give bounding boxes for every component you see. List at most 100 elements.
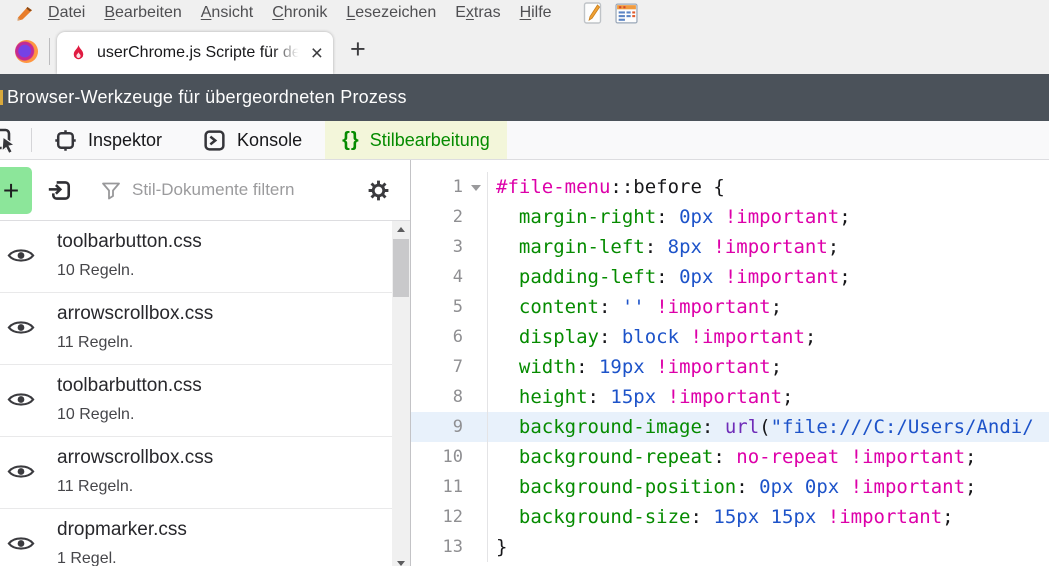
code-line[interactable]: 12 background-size: 15px 15px !important… (411, 502, 1049, 532)
options-gear-icon[interactable] (365, 177, 392, 204)
fold-arrow-icon[interactable] (463, 532, 487, 562)
filter-stylesheets-input[interactable]: Stil-Dokumente filtern (101, 180, 365, 200)
stylesheet-name: toolbarbutton.css (57, 365, 392, 397)
fold-arrow-icon[interactable] (463, 322, 487, 352)
stylesheet-item[interactable]: arrowscrollbox.css 11 Regeln. (0, 437, 392, 509)
menubar-item-chronik[interactable]: Chronik (272, 4, 327, 22)
new-tab-button[interactable]: + (350, 36, 366, 63)
visibility-eye-icon[interactable] (7, 390, 35, 409)
code-token: : (588, 386, 611, 408)
fold-arrow-icon[interactable] (463, 472, 487, 502)
code-line[interactable]: 8 height: 15px !important; (411, 382, 1049, 412)
fold-arrow-icon[interactable] (463, 202, 487, 232)
visibility-eye-icon[interactable] (7, 462, 35, 481)
stylesheet-rule-count: 1 Regel. (57, 541, 392, 566)
menubar-item-hilfe[interactable]: Hilfe (520, 4, 552, 22)
fold-arrow-icon[interactable] (463, 502, 487, 532)
code-line[interactable]: 2 margin-right: 0px !important; (411, 202, 1049, 232)
sidebar-scrollbar[interactable] (392, 221, 410, 566)
tab-close-icon[interactable]: × (309, 43, 325, 64)
scrollbar-thumb[interactable] (393, 239, 409, 297)
code-token: !important (851, 476, 965, 498)
code-token: !important (656, 296, 770, 318)
code-line[interactable]: 13 } (411, 532, 1049, 562)
stylesheet-item[interactable]: toolbarbutton.css 10 Regeln. (0, 221, 392, 293)
line-number: 1 (411, 172, 463, 202)
code-text: content: '' !important; (488, 292, 1049, 322)
stylesheet-item[interactable]: dropmarker.css 1 Regel. (0, 509, 392, 566)
code-token: !important (851, 446, 965, 468)
menu-label-part: esezeichen (355, 4, 436, 21)
fold-arrow-icon[interactable] (463, 232, 487, 262)
code-line[interactable]: 9 background-image: url("file:///C:/User… (411, 412, 1049, 442)
code-line[interactable]: 5 content: '' !important; (411, 292, 1049, 322)
code-token: url (725, 416, 759, 438)
stylesheet-name: arrowscrollbox.css (57, 293, 392, 325)
code-token: 15px 15px (713, 506, 816, 528)
tab-inspector[interactable]: Inspektor (36, 121, 179, 159)
code-token: ; (942, 506, 953, 528)
code-token: block (622, 326, 679, 348)
code-token: 8px (668, 236, 702, 258)
menubar-item-bearbeiten[interactable]: Bearbeiten (104, 4, 181, 22)
line-number: 7 (411, 352, 463, 382)
tab-title-fade (273, 32, 303, 74)
code-token: margin-right (519, 206, 656, 228)
code-text: display: block !important; (488, 322, 1049, 352)
menubar-item-lesezeichen[interactable]: Lesezeichen (346, 4, 436, 22)
code-token (645, 356, 656, 378)
code-text: height: 15px !important; (488, 382, 1049, 412)
node-picker-icon[interactable] (0, 121, 31, 159)
menubar-item-ansicht[interactable]: Ansicht (201, 4, 253, 22)
fold-arrow-icon[interactable] (463, 292, 487, 322)
code-token: 19px (599, 356, 645, 378)
scroll-up-icon[interactable] (392, 221, 410, 238)
code-token (816, 506, 827, 528)
stylesheet-item[interactable]: toolbarbutton.css 10 Regeln. (0, 365, 392, 437)
code-line[interactable]: 3 margin-left: 8px !important; (411, 232, 1049, 262)
fold-arrow-icon[interactable] (463, 172, 487, 202)
line-number: 4 (411, 262, 463, 292)
tab-style-editor[interactable]: {} Stilbearbeitung (325, 121, 507, 159)
menubar-item-extras[interactable]: Extras (455, 4, 500, 22)
menu-label-part: L (346, 4, 355, 21)
fold-arrow-icon[interactable] (463, 352, 487, 382)
menubar-item-datei[interactable]: Datei (48, 4, 85, 22)
calendar-icon[interactable] (615, 3, 638, 24)
code-token (496, 236, 519, 258)
code-token: background-size (519, 506, 691, 528)
code-line[interactable]: 1 #file-menu::before { (411, 172, 1049, 202)
visibility-eye-icon[interactable] (7, 246, 35, 265)
code-token: !important (668, 386, 782, 408)
visibility-eye-icon[interactable] (7, 534, 35, 553)
import-stylesheet-icon[interactable] (46, 177, 73, 204)
menu-label-part: H (520, 4, 532, 21)
new-stylesheet-button[interactable]: + (0, 167, 32, 214)
code-line[interactable]: 7 width: 19px !important; (411, 352, 1049, 382)
scroll-down-icon[interactable] (392, 555, 410, 566)
browser-tab[interactable]: userChrome.js Scripte für de × (57, 32, 333, 74)
flame-favicon-icon (69, 44, 88, 63)
code-line[interactable]: 11 background-position: 0px 0px !importa… (411, 472, 1049, 502)
code-line[interactable]: 6 display: block !important; (411, 322, 1049, 352)
fold-arrow-icon[interactable] (463, 262, 487, 292)
code-text: } (488, 532, 1049, 562)
code-token (496, 266, 519, 288)
stylesheet-item[interactable]: arrowscrollbox.css 11 Regeln. (0, 293, 392, 365)
fold-arrow-icon[interactable] (463, 412, 487, 442)
style-editor-panel: + Stil-Dokumente filtern toolbarbutton.c… (0, 160, 1049, 566)
code-line[interactable]: 10 background-repeat: no-repeat !importa… (411, 442, 1049, 472)
fold-arrow-icon[interactable] (463, 442, 487, 472)
code-line[interactable]: 4 padding-left: 0px !important; (411, 262, 1049, 292)
menu-label-part: C (272, 4, 284, 21)
code-token (496, 326, 519, 348)
code-token: padding-left (519, 266, 656, 288)
menu-label-part: A (201, 4, 212, 21)
css-source-editor[interactable]: 1 #file-menu::before { 2 margin-right: 0… (411, 160, 1049, 566)
visibility-eye-icon[interactable] (7, 318, 35, 337)
code-token: ; (771, 296, 782, 318)
tab-console[interactable]: Konsole (185, 121, 319, 159)
fold-arrow-icon[interactable] (463, 382, 487, 412)
notes-icon[interactable] (583, 1, 603, 25)
tab-label: Inspektor (88, 130, 162, 151)
